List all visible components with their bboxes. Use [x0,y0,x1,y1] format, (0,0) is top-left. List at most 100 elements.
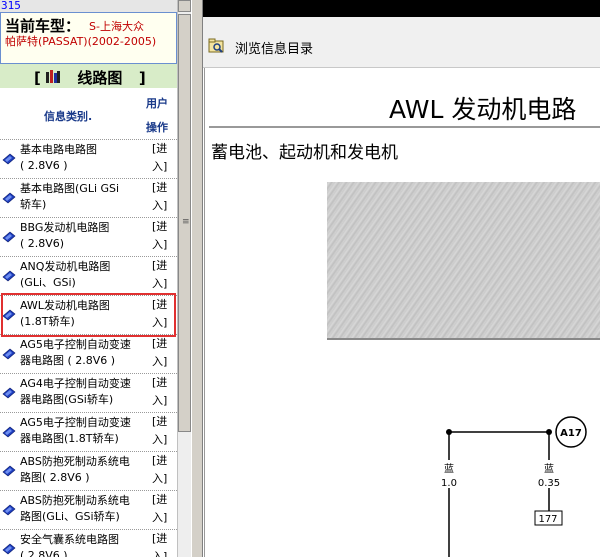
left-scrollbar[interactable]: ≡ [177,0,191,557]
enter-link-bottom[interactable]: 入] [152,352,176,372]
wire2-gauge: 0.35 [538,478,560,489]
wiring-book-icon [46,70,60,83]
enter-link-bottom[interactable]: 入] [152,274,176,294]
category-row[interactable]: 安全气囊系统电路图( 2.8V6 ) [进 入] [0,529,177,557]
browse-catalog-link[interactable]: 浏览信息目录 [235,38,313,57]
category-name-line2[interactable]: ( 2.8V6 ) [20,548,148,557]
section-bracket-open: [ [34,69,41,87]
category-name-line2[interactable]: 路图( 2.8V6 ) [20,470,148,486]
category-name-line1[interactable]: 基本电路图(GLi GSi [20,181,148,197]
category-row[interactable]: BBG发动机电路图( 2.8V6) [进 入] [0,217,177,257]
enter-link-top[interactable]: [进 [152,334,176,354]
enter-link-top[interactable]: [进 [152,412,176,432]
enter-link-bottom[interactable]: 入] [152,157,176,177]
category-name-line1[interactable]: AG5电子控制自动变速 [20,337,148,353]
enter-link-bottom[interactable]: 入] [152,235,176,255]
category-name-line1[interactable]: AG5电子控制自动变速 [20,415,148,431]
column-header-action-1: 用户 [146,97,168,110]
category-row[interactable]: ANQ发动机电路图 (GLi、GSi) [进 入] [0,256,177,296]
category-row[interactable]: ABS防抱死制动系统电 路图(GLi、GSi轿车) [进 入] [0,490,177,530]
category-name-line1[interactable]: AG4电子控制自动变速 [20,376,148,392]
pencil-diamond-icon [2,387,16,399]
section-header: [ 线路图 ] [0,64,177,88]
category-name-line2[interactable]: (1.8T轿车) [20,314,148,330]
document-viewer: 浏览信息目录 AWL 发动机电路 蓄电池、起动机和发电机 A17 蓝 1.0 蓝… [203,0,600,557]
enter-link-top[interactable]: [进 [152,529,176,549]
pencil-diamond-icon [2,231,16,243]
wire1-gauge: 1.0 [441,478,457,489]
section-bracket-close: ] [138,69,146,87]
enter-link-bottom[interactable]: 入] [152,391,176,411]
section-title: 线路图 [77,69,123,87]
current-vehicle-label: 当前车型： [5,17,81,35]
pencil-diamond-icon [2,426,16,438]
category-name-line2[interactable]: 器电路图(1.8T轿车) [20,431,148,447]
category-name-line2[interactable]: (GLi、GSi) [20,275,148,291]
pencil-diamond-icon [2,309,16,321]
enter-link-top[interactable]: [进 [152,373,176,393]
browse-catalog-icon[interactable] [208,38,224,54]
enter-link-top[interactable]: [进 [152,217,176,237]
wire1-color: 蓝 [444,463,454,475]
viewer-top-bar [203,0,600,17]
category-name-line1[interactable]: ABS防抱死制动系统电 [20,493,148,509]
category-row[interactable]: 基本电路图(GLi GSi 轿车) [进 入] [0,178,177,218]
wiring-schematic: A17 蓝 1.0 蓝 0.35 177 [439,416,587,557]
enter-link-bottom[interactable]: 入] [152,508,176,528]
category-name-line2[interactable]: 器电路图 ( 2.8V6 ) [20,353,148,369]
category-name-line2[interactable]: 路图(GLi、GSi轿车) [20,509,148,525]
pencil-diamond-icon [2,543,16,555]
category-name-line2[interactable]: ( 2.8V6) [20,236,148,252]
category-name-line1[interactable]: 基本电路电路图 [20,142,148,158]
connector-label: A17 [560,428,582,439]
category-row[interactable]: AWL发动机电路图 (1.8T轿车) [进 入] [0,295,177,335]
category-name-line2[interactable]: 器电路图(GSi轿车) [20,392,148,408]
pencil-diamond-icon [2,270,16,282]
category-row[interactable]: AG4电子控制自动变速 器电路图(GSi轿车) [进 入] [0,373,177,413]
category-row[interactable]: AG5电子控制自动变速 器电路图(1.8T轿车) [进 入] [0,412,177,452]
category-name-line2[interactable]: ( 2.8V6 ) [20,158,148,174]
wire2-color: 蓝 [544,463,554,475]
pencil-diamond-icon [2,504,16,516]
junction-dot-right [546,429,552,435]
enter-link-bottom[interactable]: 入] [152,196,176,216]
category-name-line1[interactable]: BBG发动机电路图 [20,220,148,236]
terminal-label: 177 [538,514,557,525]
category-name-line1[interactable]: ANQ发动机电路图 [20,259,148,275]
enter-link-top[interactable]: [进 [152,139,176,159]
category-row[interactable]: 基本电路电路图( 2.8V6 ) [进 入] [0,139,177,179]
enter-link-top[interactable]: [进 [152,178,176,198]
viewer-toolbar: 浏览信息目录 [203,17,600,68]
top-counter: 315 [0,0,177,12]
pane-splitter[interactable] [191,0,203,557]
category-row[interactable]: ABS防抱死制动系统电 路图( 2.8V6 ) [进 入] [0,451,177,491]
column-header-category: 信息类别. [44,110,93,123]
pencil-diamond-icon [2,192,16,204]
pencil-diamond-icon [2,348,16,360]
category-row[interactable]: AG5电子控制自动变速 器电路图 ( 2.8V6 ) [进 入] [0,334,177,374]
scroll-up-button[interactable] [178,0,191,12]
pencil-diamond-icon [2,465,16,477]
enter-link-bottom[interactable]: 入] [152,547,176,557]
category-name-line1[interactable]: AWL发动机电路图 [20,298,148,314]
scroll-thumb[interactable]: ≡ [178,14,191,432]
enter-link-bottom[interactable]: 入] [152,469,176,489]
category-name-line1[interactable]: 安全气囊系统电路图 [20,532,148,548]
current-vehicle-box: 当前车型： S-上海大众 帕萨特(PASSAT)(2002-2005) [0,12,177,64]
enter-link-bottom[interactable]: 入] [152,313,176,333]
scroll-grip-icon: ≡ [182,217,190,227]
current-vehicle-model: 帕萨特(PASSAT)(2002-2005) [5,35,157,48]
current-vehicle-make: S-上海大众 [89,20,144,33]
info-category-panel: 315 当前车型： S-上海大众 帕萨特(PASSAT)(2002-2005) … [0,0,177,557]
junction-dot-left [446,429,452,435]
enter-link-top[interactable]: [进 [152,295,176,315]
enter-link-top[interactable]: [进 [152,451,176,471]
enter-link-bottom[interactable]: 入] [152,430,176,450]
enter-link-top[interactable]: [进 [152,256,176,276]
category-name-line1[interactable]: ABS防抱死制动系统电 [20,454,148,470]
enter-link-top[interactable]: [进 [152,490,176,510]
column-header-action-2: 操作 [146,121,168,134]
pencil-diamond-icon [2,153,16,165]
category-name-line2[interactable]: 轿车) [20,197,148,213]
document-page: AWL 发动机电路 蓄电池、起动机和发电机 A17 蓝 1.0 蓝 0.35 1… [204,68,600,557]
